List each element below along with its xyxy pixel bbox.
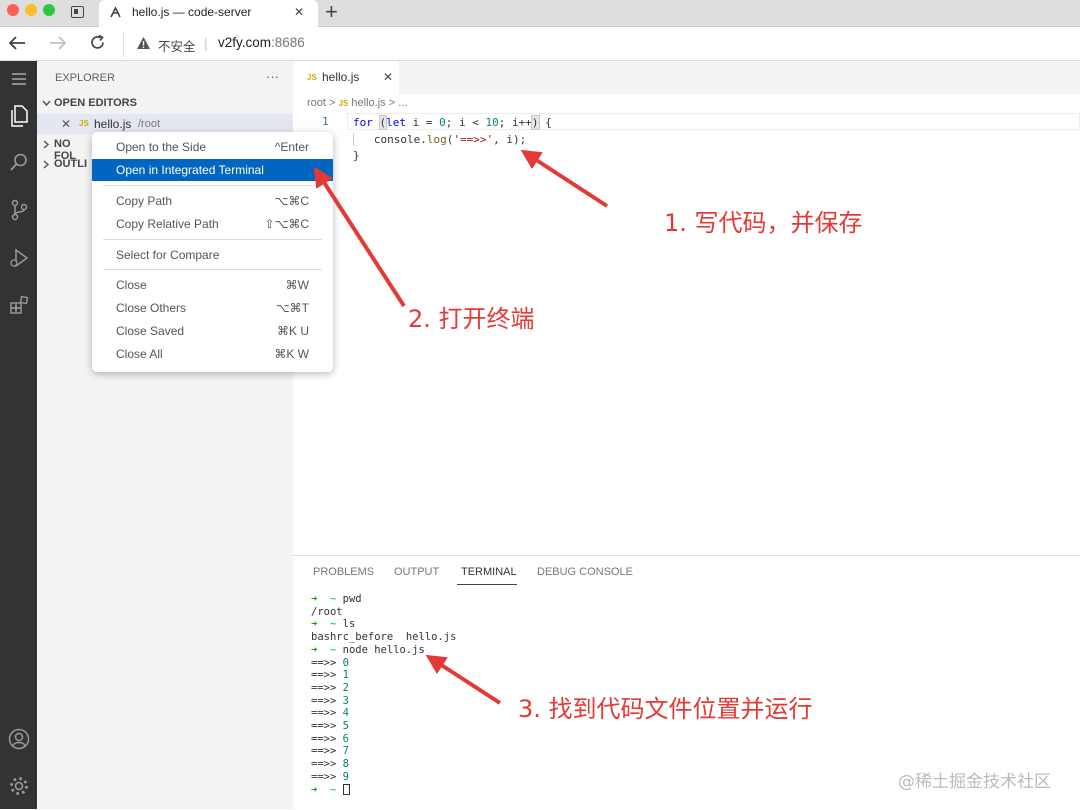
breadcrumb-sep: > bbox=[329, 97, 336, 109]
zoom-window-button[interactable] bbox=[43, 4, 55, 16]
explorer-title: EXPLORER bbox=[55, 72, 115, 84]
reload-icon[interactable] bbox=[89, 34, 106, 51]
terminal-line: /root bbox=[311, 605, 343, 618]
browser-tab-bar: hello.js — code-server ✕ + bbox=[0, 0, 1080, 27]
address-bar: 不安全 | v2fy.com:8686 bbox=[0, 27, 1080, 61]
terminal-output-line: ==>> 2 bbox=[311, 681, 349, 694]
js-file-icon: JS bbox=[307, 73, 317, 82]
breadcrumb-root[interactable]: root bbox=[307, 97, 326, 109]
menu-item-close-saved[interactable]: Close Saved ⌘K U bbox=[92, 320, 333, 342]
account-icon[interactable] bbox=[4, 724, 33, 753]
line-number: 1 bbox=[322, 115, 329, 128]
chevron-right-icon bbox=[43, 140, 50, 149]
terminal-output-line: ==>> 3 bbox=[311, 694, 349, 707]
terminal-output-line: ==>> 5 bbox=[311, 720, 349, 732]
terminal-output-line: ==>> 9 bbox=[311, 770, 349, 783]
minimize-window-button[interactable] bbox=[25, 4, 37, 16]
menu-item-close-others[interactable]: Close Others ⌥⌘T bbox=[92, 297, 333, 319]
context-menu: Open to the Side ^Enter Open in Integrate… bbox=[92, 132, 333, 372]
back-icon[interactable] bbox=[8, 35, 26, 51]
annotation-step-1: 1. 写代码，并保存 bbox=[664, 209, 863, 237]
menu-separator bbox=[103, 239, 322, 240]
code-line-2: console.log('==>>', i); bbox=[353, 132, 552, 149]
close-editor-icon[interactable]: ✕ bbox=[61, 117, 71, 131]
close-tab-icon[interactable]: ✕ bbox=[294, 5, 304, 19]
menu-separator bbox=[103, 269, 322, 270]
outline-label: OUTLI bbox=[54, 158, 87, 170]
activity-bar bbox=[0, 61, 37, 809]
menu-item-copy-relative-path[interactable]: Copy Relative Path ⇧⌥⌘C bbox=[92, 213, 333, 235]
breadcrumb-sep: > bbox=[388, 97, 396, 109]
terminal-line: ➜ ~ pwd bbox=[311, 593, 362, 605]
more-actions-icon[interactable]: ··· bbox=[266, 69, 279, 84]
open-editors-label: OPEN EDITORS bbox=[54, 97, 137, 109]
code-server-icon bbox=[110, 6, 121, 18]
editor-tab-label: hello.js bbox=[322, 70, 360, 84]
extensions-icon[interactable] bbox=[4, 290, 33, 319]
open-file-name: hello.js bbox=[94, 117, 132, 131]
js-file-icon: JS bbox=[338, 99, 349, 108]
run-debug-icon[interactable] bbox=[4, 243, 33, 272]
annotation-step-3: 3. 找到代码文件位置并运行 bbox=[518, 695, 813, 723]
source-control-icon[interactable] bbox=[4, 195, 33, 224]
menu-icon[interactable] bbox=[4, 64, 33, 93]
menu-item-copy-path[interactable]: Copy Path ⌥⌘C bbox=[92, 190, 333, 212]
open-editor-item[interactable]: ✕ JS hello.js /root bbox=[37, 114, 293, 134]
code-line-1: for (let i = 0; i < 10; i++) { bbox=[353, 115, 552, 130]
url-host: v2fy.com bbox=[218, 35, 272, 50]
new-tab-button[interactable]: + bbox=[325, 0, 338, 24]
terminal-output-line: ==>> 7 bbox=[311, 745, 349, 758]
search-icon[interactable] bbox=[4, 147, 33, 176]
editor-tab[interactable]: JS hello.js ✕ bbox=[293, 61, 399, 95]
close-window-button[interactable] bbox=[7, 4, 19, 16]
terminal-output-line: ==>> 6 bbox=[311, 732, 349, 745]
terminal-line: ➜ ~ node hello.js bbox=[311, 643, 425, 656]
close-editor-tab-icon[interactable]: ✕ bbox=[383, 70, 393, 84]
terminal-line: ➜ ~ bbox=[311, 783, 350, 797]
terminal-output-line: ==>> 0 bbox=[311, 656, 349, 669]
url-field[interactable]: v2fy.com:8686 bbox=[218, 35, 305, 50]
terminal-cursor bbox=[342, 783, 350, 795]
menu-item-select-for-compare[interactable]: Select for Compare bbox=[92, 244, 333, 266]
tab-title: hello.js — code-server bbox=[132, 5, 252, 19]
open-file-path: /root bbox=[138, 118, 161, 130]
explorer-icon[interactable] bbox=[4, 101, 33, 130]
forward-icon[interactable] bbox=[49, 35, 67, 51]
browser-tab[interactable]: hello.js — code-server ✕ bbox=[99, 0, 318, 27]
annotation-step-2: 2. 打开终端 bbox=[408, 305, 535, 333]
url-port: :8686 bbox=[271, 35, 305, 50]
terminal-output-line: ==>> 1 bbox=[311, 669, 349, 682]
security-label[interactable]: 不安全 bbox=[158, 36, 196, 55]
warning-icon[interactable] bbox=[136, 36, 151, 50]
terminal-output-line: ==>> 4 bbox=[311, 707, 349, 720]
code-block[interactable]: for (let i = 0; i < 10; i++) { console.l… bbox=[353, 115, 552, 165]
tab-overview-icon[interactable] bbox=[71, 6, 84, 18]
terminal-line: ➜ ~ ls bbox=[311, 618, 356, 631]
outline-header[interactable]: OUTLI bbox=[37, 156, 93, 174]
terminal-line: bashrc_before hello.js bbox=[311, 631, 457, 644]
menu-item-open-to-side[interactable]: Open to the Side ^Enter bbox=[92, 136, 333, 158]
no-folder-header[interactable]: NO FOL bbox=[37, 136, 93, 162]
watermark: @稀土掘金技术社区 bbox=[898, 772, 1051, 792]
menu-item-open-in-terminal[interactable]: Open in Integrated Terminal bbox=[92, 159, 333, 181]
breadcrumb-more[interactable]: ... bbox=[398, 97, 407, 109]
editor-tab-strip bbox=[293, 61, 1080, 94]
settings-gear-icon[interactable] bbox=[4, 771, 33, 800]
code-line-3: } bbox=[353, 149, 360, 162]
chevron-down-icon bbox=[42, 100, 51, 107]
url-divider: | bbox=[204, 35, 208, 51]
chevron-right-icon bbox=[43, 160, 50, 169]
js-file-icon: JS bbox=[79, 119, 89, 128]
menu-item-close[interactable]: Close ⌘W bbox=[92, 274, 333, 296]
breadcrumb: root > JS hello.js > ... bbox=[307, 97, 407, 109]
breadcrumb-file[interactable]: hello.js bbox=[351, 97, 385, 109]
terminal-output-line: ==>> 8 bbox=[311, 758, 349, 771]
menu-separator bbox=[103, 185, 322, 186]
menu-item-close-all[interactable]: Close All ⌘K W bbox=[92, 343, 333, 365]
open-editors-header[interactable]: OPEN EDITORS bbox=[37, 95, 293, 113]
